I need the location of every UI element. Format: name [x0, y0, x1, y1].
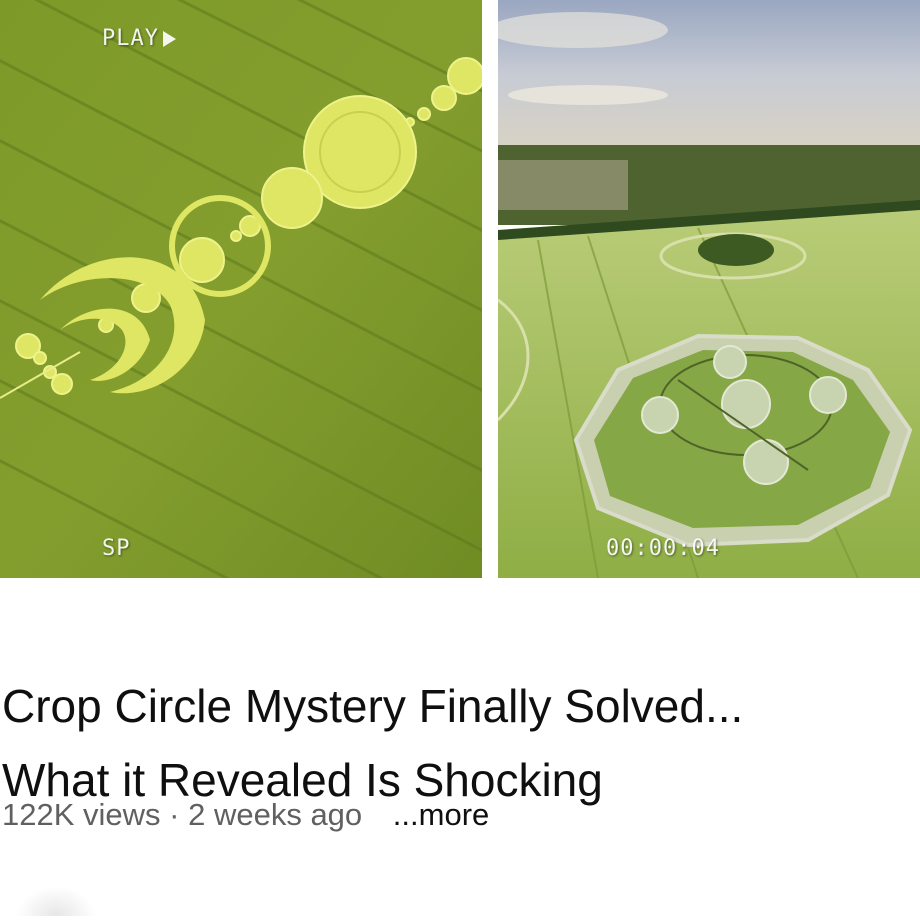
video-thumbnail-left[interactable]: PLAY SP — [0, 0, 482, 578]
meta-separator: · — [169, 797, 180, 832]
sp-overlay: SP — [102, 536, 131, 561]
crop-circle-image-left — [0, 0, 482, 578]
crop-circle-image-right — [498, 0, 920, 578]
avatar-partial — [16, 886, 96, 916]
timestamp-overlay: 00:00:04 — [606, 536, 720, 561]
video-title[interactable]: Crop Circle Mystery Finally Solved... Wh… — [2, 669, 902, 817]
video-title-line-1: Crop Circle Mystery Finally Solved... — [2, 679, 744, 732]
play-overlay: PLAY — [102, 26, 176, 51]
video-meta: 122K views · 2 weeks ago ...more — [2, 797, 489, 833]
view-count: 122K views — [2, 797, 161, 832]
play-triangle-icon — [162, 30, 176, 47]
video-thumbnail-right[interactable]: 00:00:04 — [498, 0, 920, 578]
play-overlay-text: PLAY — [102, 26, 159, 51]
more-button[interactable]: ...more — [393, 797, 489, 832]
upload-age: 2 weeks ago — [188, 797, 363, 832]
